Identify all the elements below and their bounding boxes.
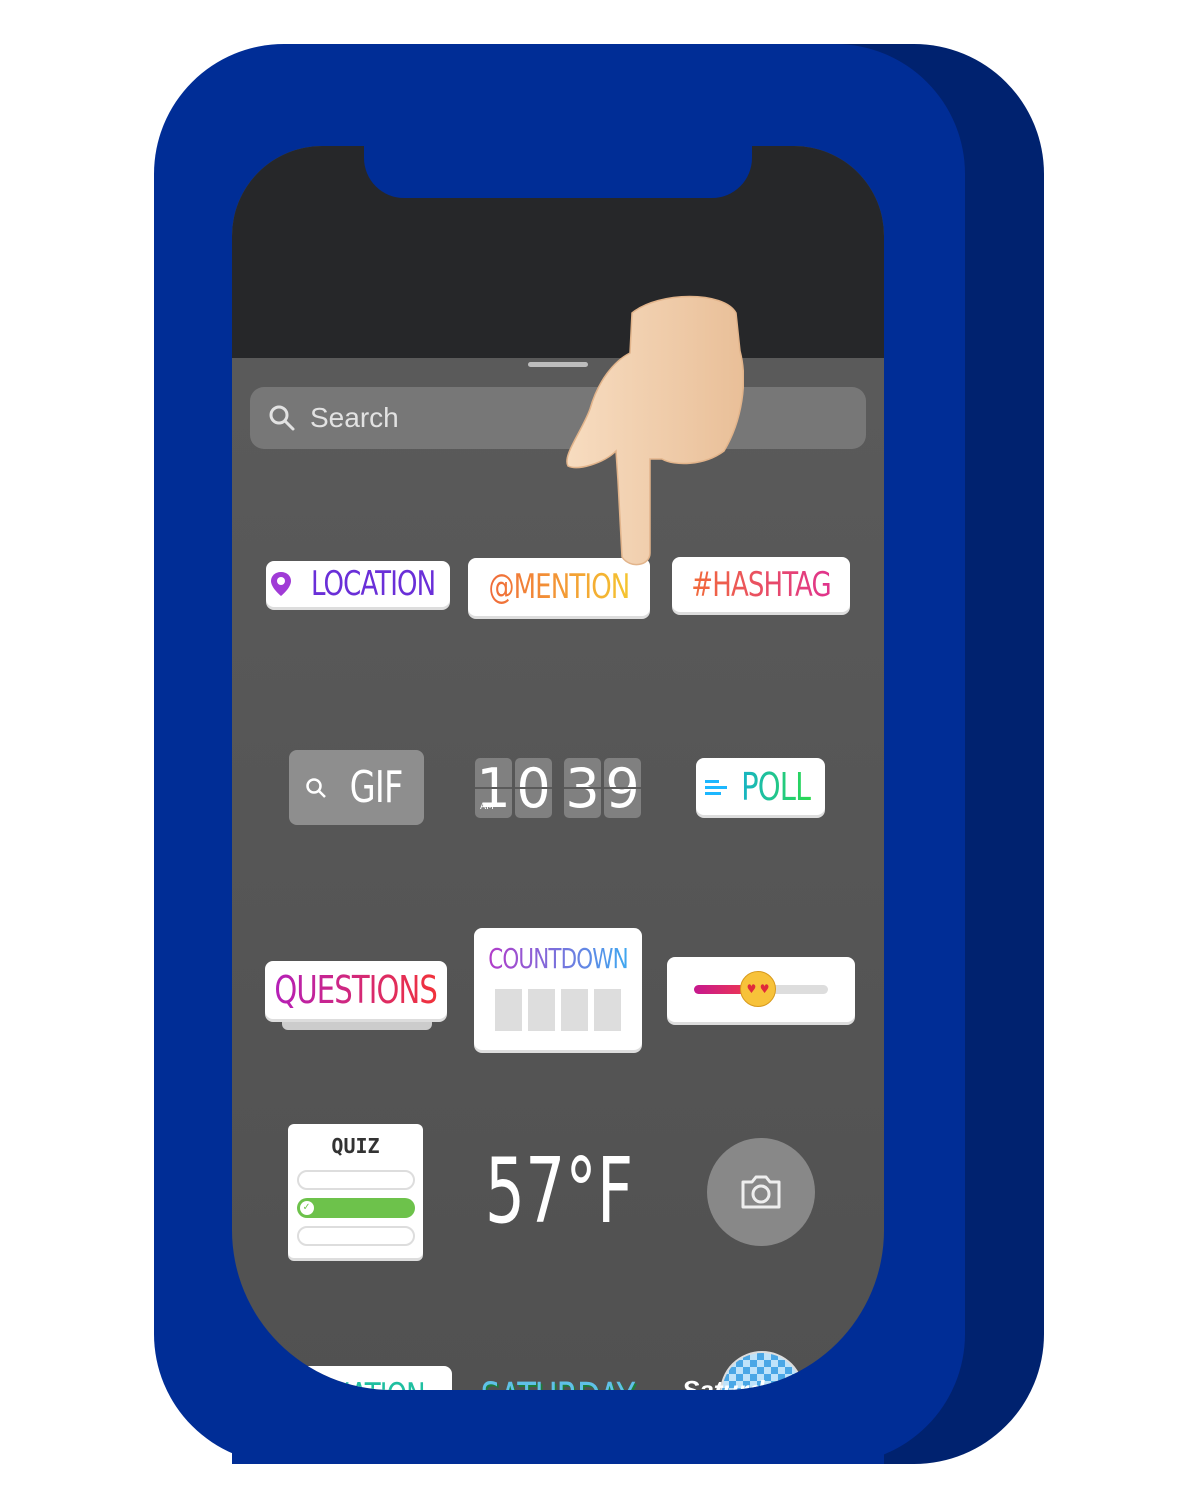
location-label: LOCATION xyxy=(310,564,436,604)
clock-digit: 9 xyxy=(604,756,641,820)
phone-bottom-bezel xyxy=(232,1390,884,1464)
mention-label: @MENTION xyxy=(488,567,631,607)
questions-label: QUESTIONS xyxy=(274,968,439,1012)
quiz-sticker[interactable]: QUIZ ✓ xyxy=(288,1124,423,1258)
ampm-label: AM xyxy=(480,802,494,812)
quiz-correct-option: ✓ xyxy=(296,1198,415,1218)
saturday-sticker[interactable]: SATURDAY xyxy=(472,1368,642,1390)
gif-sticker[interactable]: GIF xyxy=(289,750,424,825)
notch xyxy=(364,146,752,198)
quiz-label: QUIZ xyxy=(331,1134,380,1158)
camera-icon xyxy=(741,1175,781,1209)
donation-sticker[interactable]: DONATION xyxy=(272,1366,452,1390)
location-sticker[interactable]: LOCATION xyxy=(266,561,450,607)
questions-sticker[interactable]: QUESTIONS xyxy=(265,961,447,1019)
countdown-boxes xyxy=(495,989,621,1031)
countdown-sticker[interactable]: COUNTDOWN xyxy=(474,928,642,1050)
disco-ball-sticker[interactable]: Saturday xyxy=(682,1351,804,1390)
location-pin-icon xyxy=(270,572,291,596)
gif-label: GIF xyxy=(350,762,404,813)
poll-sticker[interactable]: POLL xyxy=(696,758,825,815)
countdown-label: COUNTDOWN xyxy=(488,942,628,975)
poll-label: POLL xyxy=(740,764,811,809)
clock-digit: 3 xyxy=(564,756,601,820)
temperature-sticker[interactable]: 57°F xyxy=(472,1136,647,1246)
poll-lines-icon xyxy=(704,779,727,795)
slider-track: ♥ ♥ xyxy=(694,971,828,1007)
donation-label: DONATION xyxy=(292,1376,425,1390)
temperature-label: 57°F xyxy=(485,1138,634,1244)
disco-label: Saturday xyxy=(682,1375,794,1390)
pointing-hand-icon xyxy=(566,295,744,566)
heart-eyes-emoji: ♥ ♥ xyxy=(740,971,776,1007)
camera-sticker[interactable] xyxy=(707,1138,815,1246)
search-icon xyxy=(306,777,327,798)
search-icon xyxy=(269,405,295,431)
phone-screen: Search LOCATION @MENTION #HASHTAG GIF 1A… xyxy=(232,146,884,1390)
clock-digit: 1 AM xyxy=(475,756,512,820)
search-placeholder: Search xyxy=(310,402,399,433)
clock-digit: 0 xyxy=(515,756,552,820)
search-input[interactable]: Search xyxy=(250,387,866,449)
emoji-slider-sticker[interactable]: ♥ ♥ xyxy=(667,957,855,1022)
saturday-label: SATURDAY xyxy=(480,1375,635,1390)
check-icon: ✓ xyxy=(299,1201,314,1215)
